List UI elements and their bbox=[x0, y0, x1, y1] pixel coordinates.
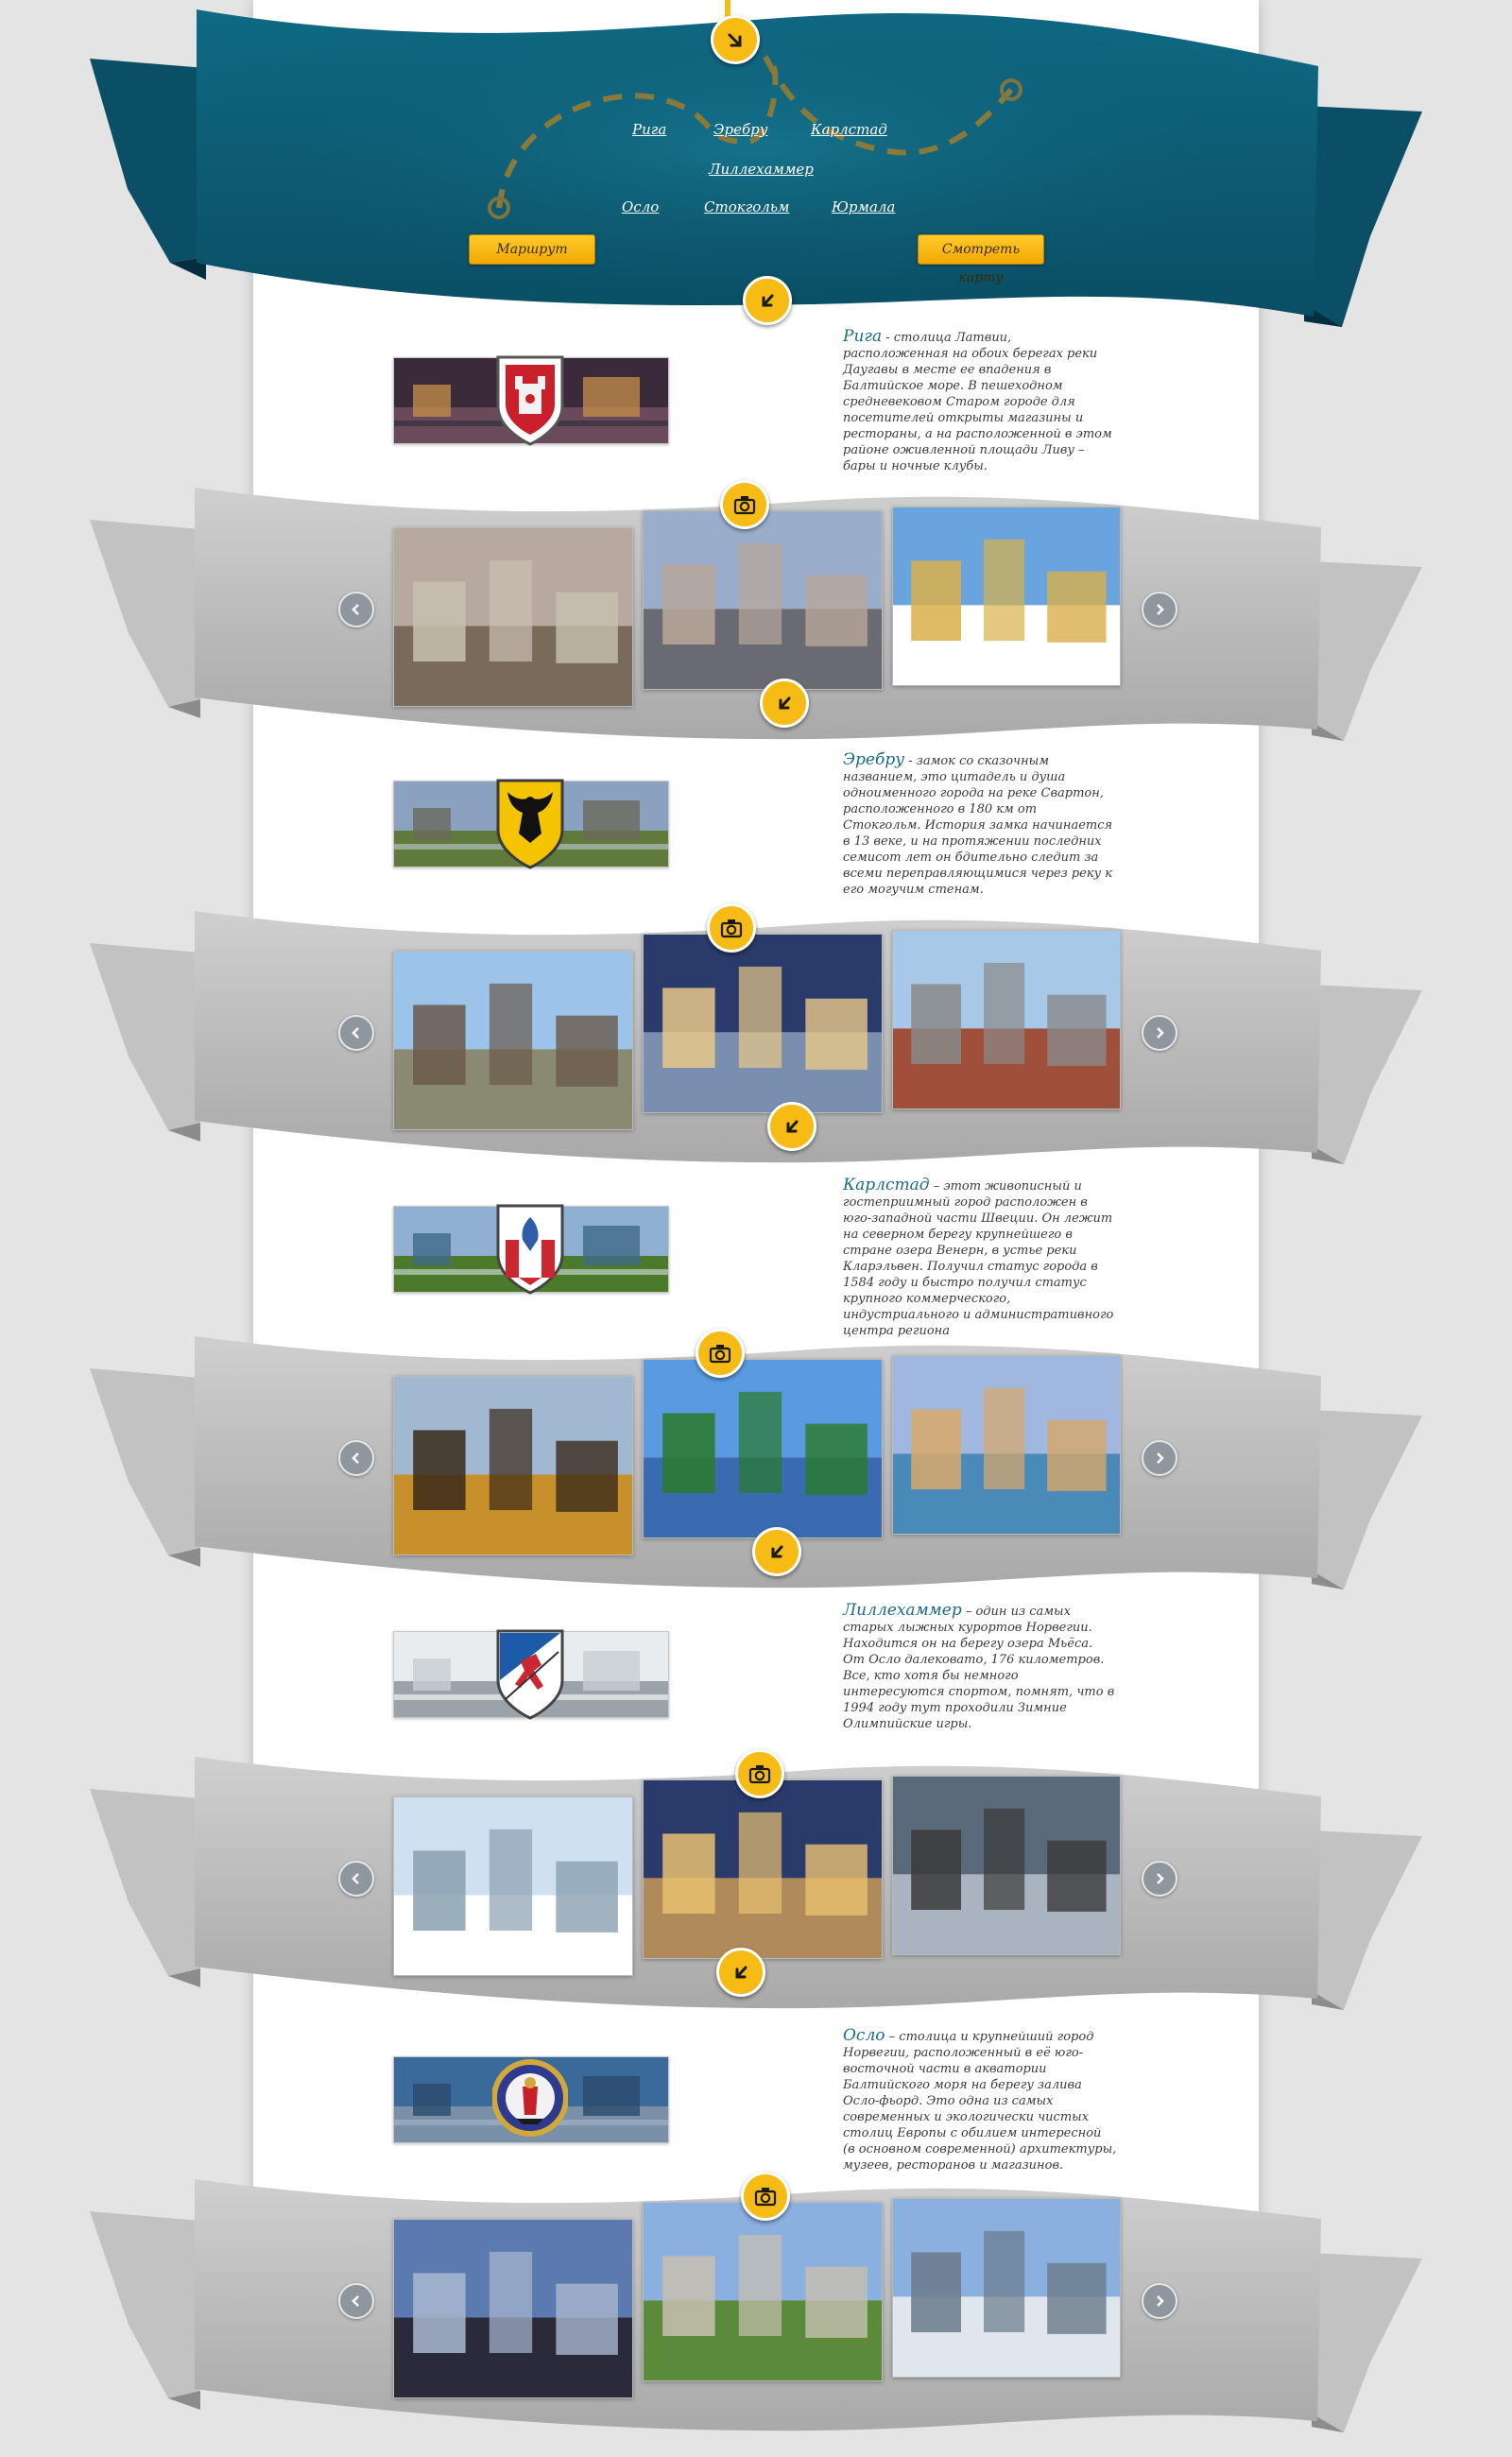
nav-link-jurmala[interactable]: Юрмала bbox=[832, 198, 895, 215]
city-coat-of-arms bbox=[492, 1198, 568, 1297]
city-description: Лиллехаммер – один из самых старых лыжны… bbox=[843, 1603, 1117, 1732]
gallery-prev-button[interactable] bbox=[338, 1861, 374, 1897]
scroll-down-badge[interactable] bbox=[743, 276, 792, 325]
gallery-next-button[interactable] bbox=[1142, 592, 1177, 627]
gallery-photo[interactable] bbox=[892, 2198, 1121, 2378]
city-name: Осло bbox=[843, 2026, 885, 2045]
gallery-next-button[interactable] bbox=[1142, 1440, 1177, 1476]
gallery-photo[interactable] bbox=[892, 1355, 1121, 1535]
gallery-next-button[interactable] bbox=[1142, 2283, 1177, 2319]
camera-icon bbox=[748, 1765, 771, 1784]
camera-icon bbox=[733, 496, 756, 515]
gallery-photo[interactable] bbox=[643, 2202, 883, 2381]
view-map-button[interactable]: Смотреть карту bbox=[918, 234, 1044, 285]
city-name: Рига bbox=[843, 327, 883, 346]
chevron-right-icon bbox=[1157, 2295, 1164, 2307]
nav-link-karlstad[interactable]: Карлстад bbox=[811, 121, 887, 138]
arrow-down-badge-icon bbox=[762, 294, 774, 307]
chevron-left-icon bbox=[352, 1452, 359, 1464]
scroll-down-badge[interactable] bbox=[752, 1527, 801, 1576]
gallery-prev-button[interactable] bbox=[338, 1440, 374, 1476]
city-description-text: - столица Латвии, расположенная на обоих… bbox=[843, 331, 1112, 473]
chevron-right-icon bbox=[1157, 1452, 1164, 1464]
chevron-right-icon bbox=[1157, 604, 1164, 615]
city-coat-of-arms bbox=[492, 350, 568, 448]
city-name: Лиллехаммер bbox=[843, 1601, 962, 1620]
gallery-camera-badge[interactable] bbox=[707, 903, 756, 953]
chevron-left-icon bbox=[352, 1873, 359, 1884]
gallery-photo[interactable] bbox=[643, 1359, 883, 1538]
gallery-photo[interactable] bbox=[643, 1779, 883, 1959]
nav-link-riga[interactable]: Рига bbox=[632, 121, 666, 138]
camera-icon bbox=[754, 2188, 777, 2207]
scroll-down-badge[interactable] bbox=[711, 15, 760, 64]
gallery-photo[interactable] bbox=[892, 507, 1121, 686]
arrow-down-badge-icon bbox=[728, 33, 742, 47]
city-coat-of-arms bbox=[491, 2049, 569, 2147]
gallery-photo[interactable] bbox=[393, 951, 633, 1130]
city-description-text: - замок со сказочным названием, это цита… bbox=[843, 754, 1113, 897]
city-name: Карлстад bbox=[843, 1176, 930, 1194]
city-description: Осло – столица и крупнейший город Норвег… bbox=[843, 2028, 1117, 2174]
city-name: Эребру bbox=[843, 750, 905, 769]
chevron-left-icon bbox=[352, 604, 359, 615]
nav-link-stockholm[interactable]: Стокгольм bbox=[704, 198, 789, 215]
gallery-photo[interactable] bbox=[643, 934, 883, 1113]
city-coat-of-arms bbox=[492, 1624, 568, 1722]
chevron-left-icon bbox=[352, 2295, 359, 2307]
scroll-down-badge[interactable] bbox=[767, 1102, 816, 1151]
scroll-down-badge[interactable] bbox=[716, 1948, 765, 1997]
gallery-photo[interactable] bbox=[393, 1796, 633, 1976]
nav-link-orebro[interactable]: Эребру bbox=[713, 121, 767, 138]
arrow-down-badge-icon bbox=[735, 1966, 747, 1979]
camera-icon bbox=[720, 919, 743, 938]
gallery-prev-button[interactable] bbox=[338, 2283, 374, 2319]
gallery-next-button[interactable] bbox=[1142, 1861, 1177, 1897]
nav-link-oslo[interactable]: Осло bbox=[622, 198, 659, 215]
scroll-down-badge[interactable] bbox=[760, 679, 809, 728]
gallery-photo[interactable] bbox=[643, 510, 883, 690]
gallery-photo[interactable] bbox=[393, 2219, 633, 2398]
gallery-prev-button[interactable] bbox=[338, 1015, 374, 1051]
city-description-text: – этот живописный и гостеприимный город … bbox=[843, 1179, 1114, 1338]
gallery-camera-badge[interactable] bbox=[741, 2172, 790, 2221]
gallery-photo[interactable] bbox=[393, 527, 633, 707]
chevron-right-icon bbox=[1157, 1873, 1164, 1884]
arrow-down-badge-icon bbox=[779, 696, 791, 710]
gallery-camera-badge[interactable] bbox=[735, 1749, 784, 1798]
gallery-next-button[interactable] bbox=[1142, 1015, 1177, 1051]
gallery-photo[interactable] bbox=[892, 1776, 1121, 1955]
city-description: Эребру - замок со сказочным названием, э… bbox=[843, 752, 1117, 898]
gallery-photo[interactable] bbox=[892, 930, 1121, 1109]
gallery-camera-badge[interactable] bbox=[696, 1329, 745, 1378]
route-button[interactable]: Маршрут bbox=[469, 234, 595, 265]
city-description: Карлстад – этот живописный и гостеприимн… bbox=[843, 1177, 1117, 1339]
city-description-text: – один из самых старых лыжных курортов Н… bbox=[843, 1605, 1115, 1731]
camera-icon bbox=[709, 1345, 731, 1364]
city-coat-of-arms bbox=[492, 773, 568, 871]
city-description: Рига - столица Латвии, расположенная на … bbox=[843, 329, 1117, 474]
gallery-camera-badge[interactable] bbox=[720, 480, 769, 529]
gallery-prev-button[interactable] bbox=[338, 592, 374, 627]
gallery-photo[interactable] bbox=[393, 1376, 633, 1555]
arrow-down-badge-icon bbox=[786, 1120, 799, 1133]
chevron-right-icon bbox=[1157, 1027, 1164, 1039]
chevron-left-icon bbox=[352, 1027, 359, 1039]
nav-link-lillehammer[interactable]: Лиллехаммер bbox=[709, 161, 814, 178]
arrow-down-badge-icon bbox=[771, 1545, 783, 1558]
city-description-text: – столица и крупнейший город Норвегии, р… bbox=[843, 2030, 1117, 2173]
